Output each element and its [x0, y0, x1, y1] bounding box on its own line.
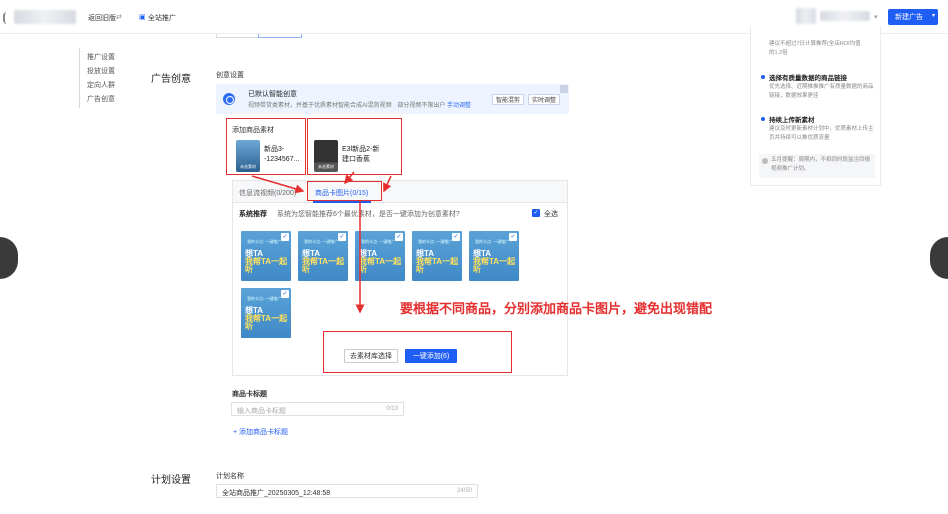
- tip-desc: 优先选择、近期推推推广有质量数据的商品链接，数据效果更佳: [769, 84, 874, 99]
- question-icon: [762, 158, 768, 164]
- tip-top-desc-line2: 的1.2倍: [769, 50, 788, 56]
- tip-title: 持续上传新素材: [769, 117, 815, 124]
- tip-top-desc-line1: 建议不超过7日计算推荐(全店ROI均值: [769, 41, 861, 47]
- card-title-label: 商品卡标题: [232, 391, 267, 398]
- card-title-placeholder: 输入商品卡标题: [237, 408, 286, 415]
- tip-desc: 建议及时更新素材计划中，优质素材上传主页并持续可以推优质流量: [769, 126, 874, 141]
- card-title-input[interactable]: 输入商品卡标题 0/13: [231, 402, 404, 416]
- tips-panel: 建议不超过7日计算推荐(全店ROI均值 的1.2倍 选择有质量数据的商品链接 优…: [750, 26, 881, 186]
- arrow-right-to-tab: [383, 175, 392, 193]
- plan-name-label: 计划名称: [216, 473, 244, 480]
- annotation-text: 要根据不同商品，分别添加商品卡图片，避免出现错配: [400, 301, 713, 316]
- tip-top-desc: 建议不超过7日计算推荐(全店ROI均值 的1.2倍: [769, 40, 875, 58]
- tip-bullet: [761, 117, 765, 121]
- tip-note-text: 五月提醒：周期内，不相同时段监注同报视频推广计划。: [771, 157, 871, 172]
- add-card-title-link[interactable]: + 添加商品卡标题: [233, 427, 288, 437]
- card-title-counter: 0/13: [386, 406, 398, 412]
- plan-name-value: 全站商品推广_20250305_12:48:58: [222, 490, 331, 497]
- arrow-product1-to-tab: [251, 175, 305, 194]
- plan-settings-title: 计划设置: [151, 475, 191, 486]
- plan-name-input[interactable]: 全站商品推广_20250305_12:48:58 24/50: [216, 484, 478, 498]
- tip-note: 五月提醒：周期内，不相同时段监注同报视频推广计划。: [759, 154, 875, 178]
- tip-bullet: [761, 75, 765, 79]
- tips-cut-top: [769, 26, 875, 32]
- arrow-product2-to-tab: [344, 171, 355, 185]
- plan-name-counter: 24/50: [456, 488, 472, 494]
- tip-title: 选择有质量数据的商品链接: [769, 75, 847, 82]
